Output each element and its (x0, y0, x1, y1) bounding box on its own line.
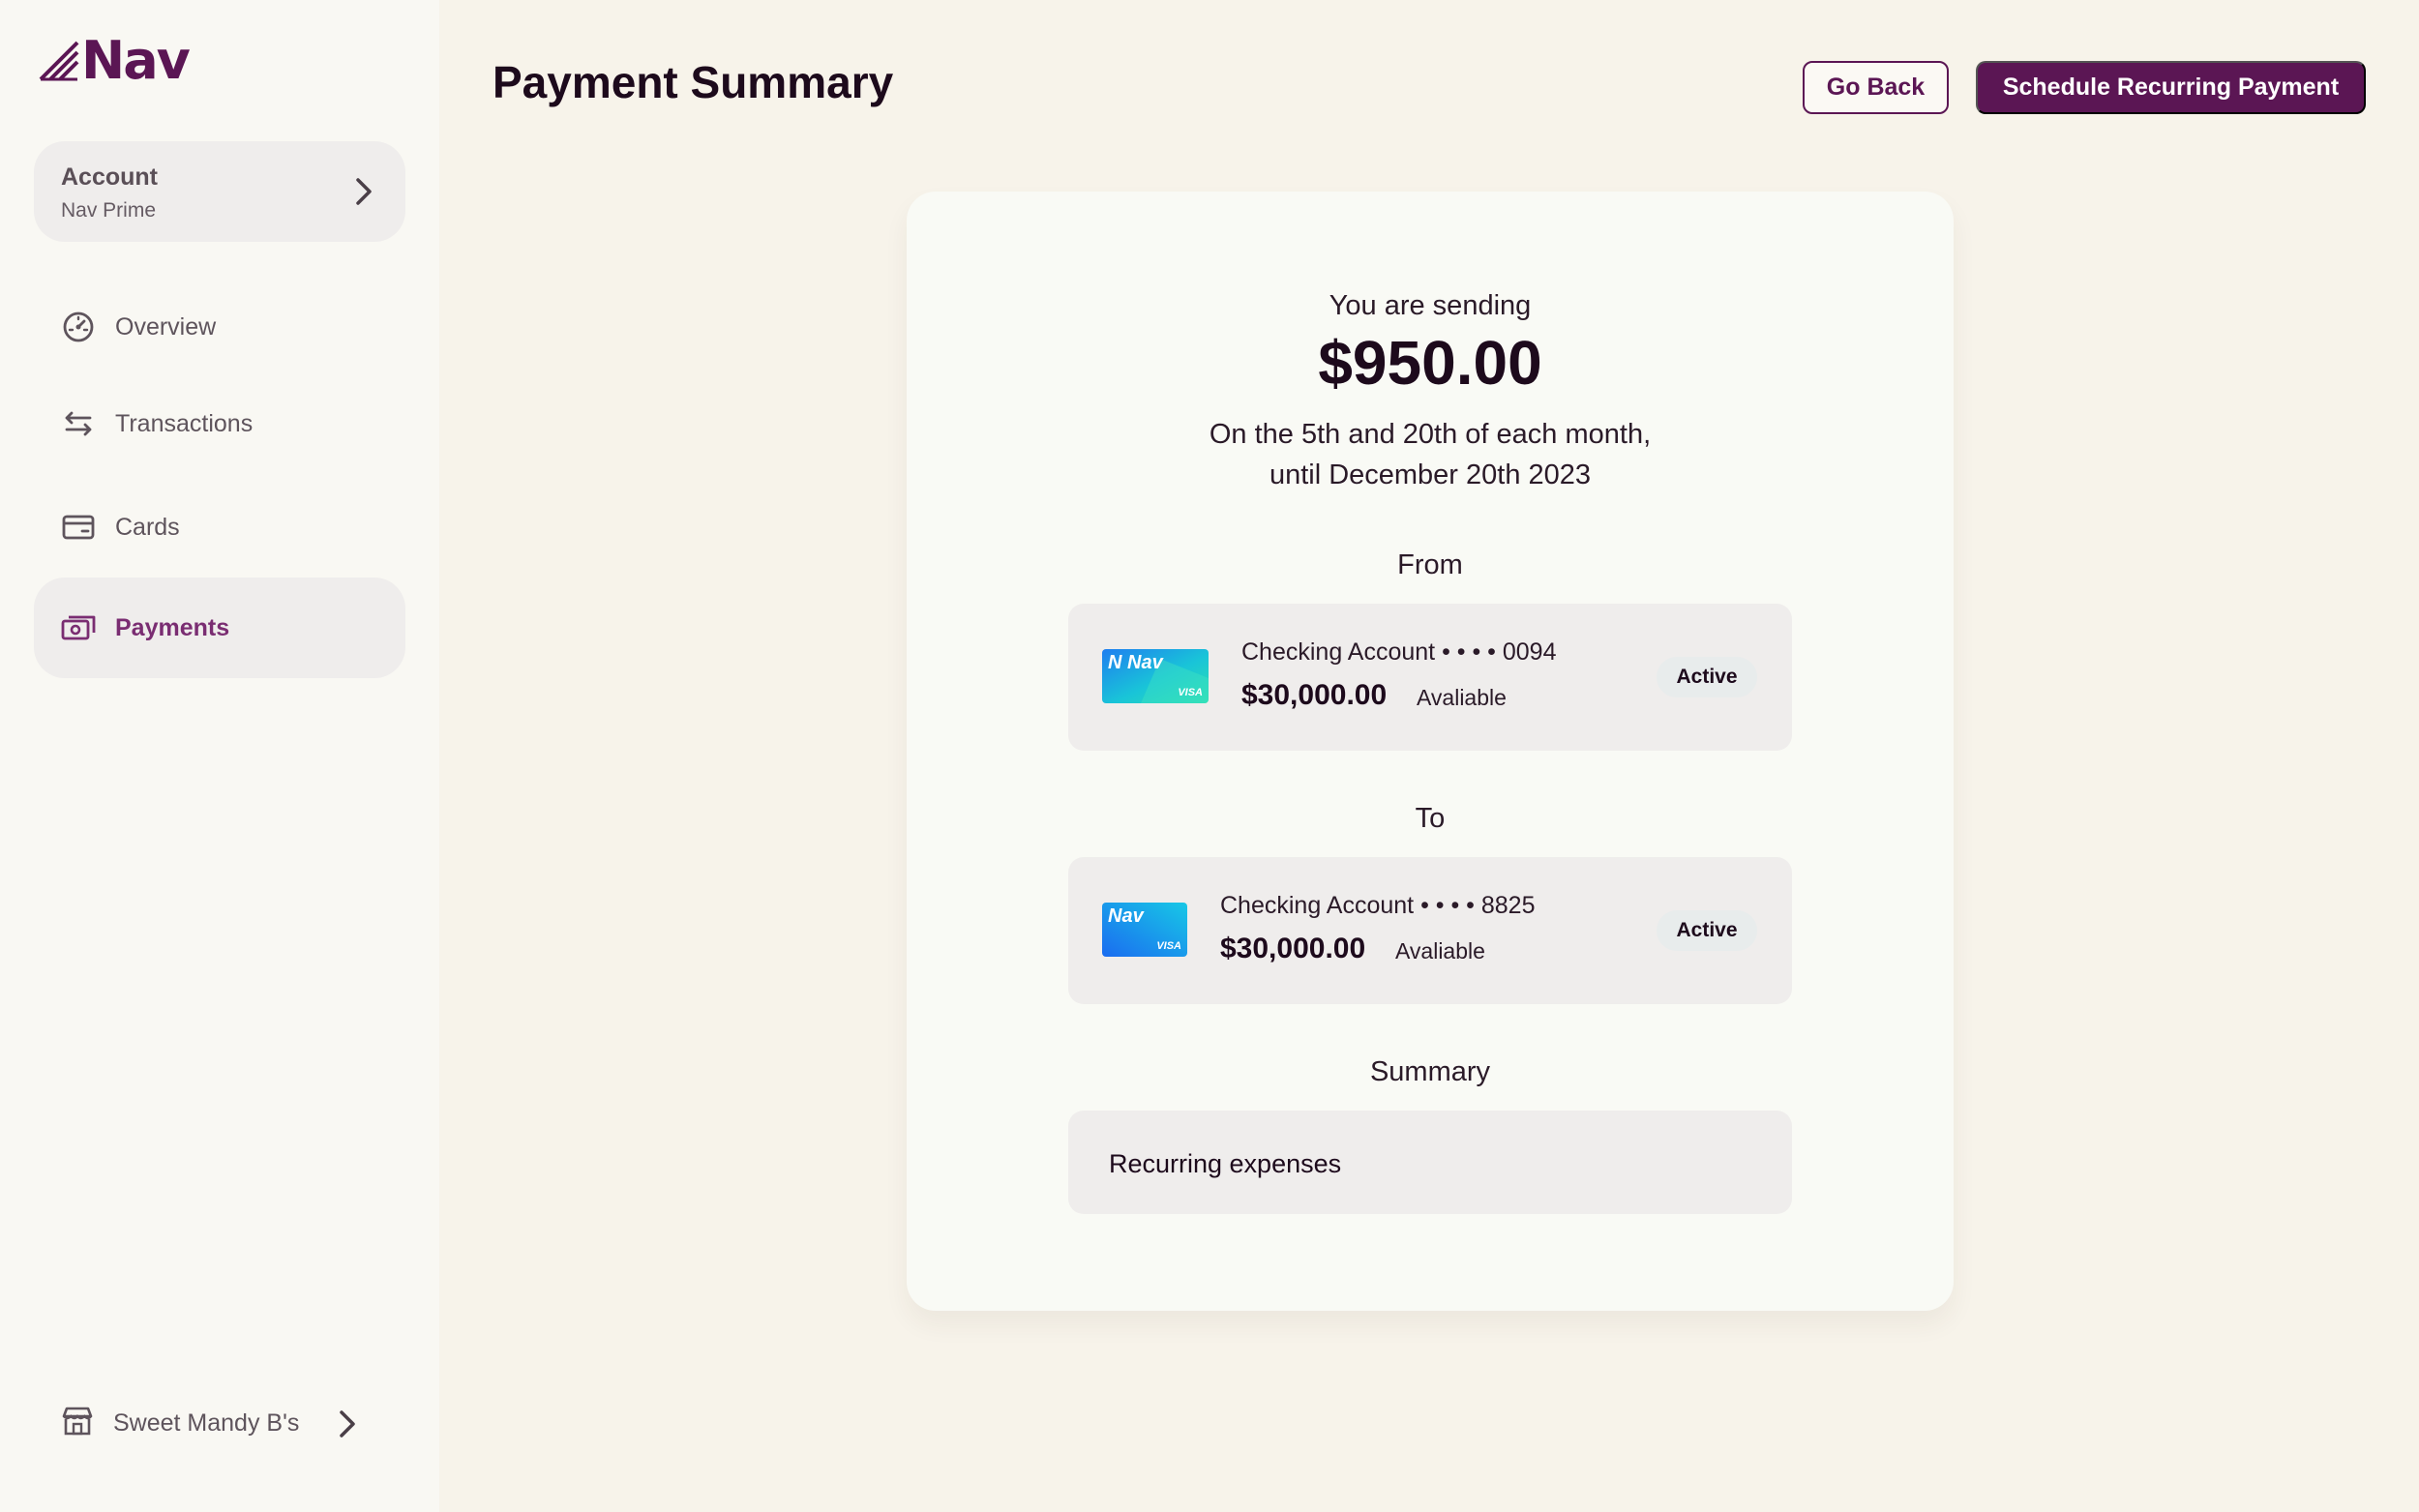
arrows-swap-icon (61, 406, 96, 441)
sidebar-item-payments[interactable]: Payments (34, 578, 405, 678)
schedule-recurring-payment-button[interactable]: Schedule Recurring Payment (1976, 61, 2366, 114)
memo-text: Recurring expenses (1109, 1149, 1342, 1178)
schedule-end-date: until December 20th 2023 (1269, 460, 1592, 490)
sidebar-item-overview[interactable]: Overview (34, 277, 405, 377)
from-account-card[interactable]: N Nav VISA Checking Account • • • • 0094… (1068, 604, 1792, 751)
sidebar-item-label: Transactions (115, 409, 254, 437)
card-thumbnail: N Nav VISA (1102, 649, 1209, 703)
to-label: To (1415, 803, 1446, 834)
sidebar: Nav Account Nav Prime Overview Transacti… (0, 0, 439, 1512)
sidebar-item-label: Overview (115, 312, 217, 341)
business-name: Sweet Mandy B's (113, 1409, 300, 1437)
brand-name: Nav (81, 30, 191, 91)
summary-label: Summary (1369, 1056, 1491, 1087)
card-brand: Nav (1108, 905, 1144, 927)
chevron-right-icon (356, 178, 372, 205)
nav-logo[interactable]: Nav (39, 30, 191, 91)
speedometer-icon (61, 310, 96, 344)
card-thumbnail: Nav VISA (1102, 903, 1187, 957)
chevron-right-icon (340, 1409, 356, 1438)
card-network: VISA (1156, 940, 1181, 952)
payment-amount: $950.00 (1318, 328, 1542, 398)
schedule-description: On the 5th and 20th of each month, (1209, 419, 1652, 450)
payments-icon (61, 610, 96, 645)
nav-logo-icon (39, 41, 79, 81)
account-balance: $30,000.00 (1241, 679, 1388, 711)
sidebar-item-transactions[interactable]: Transactions (34, 373, 405, 474)
storefront-icon (61, 1405, 94, 1442)
business-switcher[interactable]: Sweet Mandy B's (61, 1405, 359, 1442)
status-badge: Active (1657, 910, 1757, 951)
account-balance: $30,000.00 (1220, 933, 1366, 964)
sidebar-item-label: Payments (115, 613, 230, 641)
sidebar-item-label: Cards (115, 513, 180, 541)
account-title: Account (61, 163, 158, 191)
go-back-button[interactable]: Go Back (1803, 61, 1949, 114)
account-switcher[interactable]: Account Nav Prime (34, 141, 405, 242)
credit-card-icon (61, 510, 96, 545)
sending-label: You are sending (1329, 290, 1532, 321)
card-brand: N Nav (1108, 652, 1163, 673)
card-network: VISA (1178, 687, 1203, 698)
memo-field[interactable]: Recurring expenses (1068, 1111, 1792, 1214)
sidebar-item-cards[interactable]: Cards (34, 477, 405, 578)
balance-label: Avaliable (1395, 938, 1485, 964)
payment-summary-panel: You are sending $950.00 On the 5th and 2… (907, 192, 1954, 1311)
account-name: Checking Account • • • • 0094 (1241, 638, 1557, 666)
account-name: Checking Account • • • • 8825 (1220, 892, 1536, 919)
page-title: Payment Summary (493, 57, 894, 107)
from-label: From (1397, 549, 1463, 580)
account-plan: Nav Prime (61, 199, 157, 222)
to-account-card[interactable]: Nav VISA Checking Account • • • • 8825 $… (1068, 857, 1792, 1004)
status-badge: Active (1657, 657, 1757, 697)
balance-label: Avaliable (1417, 685, 1507, 710)
app-root: Nav Account Nav Prime Overview Transacti… (0, 0, 2419, 1512)
